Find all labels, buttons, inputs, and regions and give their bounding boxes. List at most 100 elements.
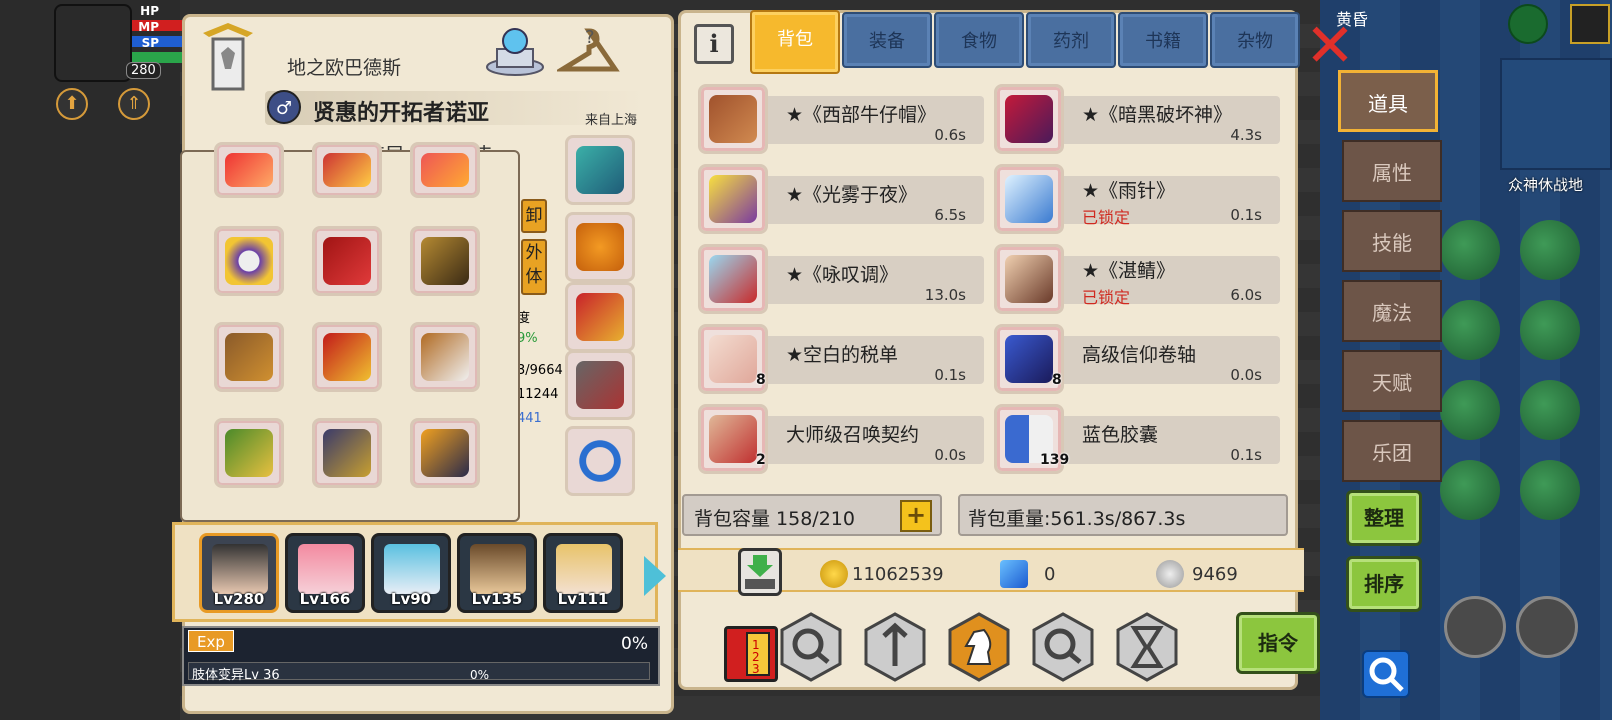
minimap[interactable] [1500, 58, 1612, 170]
knight-skill-icon[interactable] [944, 612, 1014, 682]
inventory-item[interactable]: ★《雨针》 已锁定 0.1s [994, 164, 1280, 234]
side-menu-talent[interactable]: 天赋 [1342, 350, 1442, 412]
search-skill-icon[interactable] [1028, 612, 1098, 682]
item-icon-slot [698, 164, 768, 234]
tab-equipment[interactable]: 装备 [842, 12, 932, 68]
equip-slot-belt[interactable] [565, 282, 635, 352]
guild-name: 地之欧巴德斯 [287, 57, 402, 79]
guild-emblem-icon [203, 23, 253, 91]
info-button[interactable]: i [694, 24, 734, 64]
item-name: ★《暗黑破坏神》 [1082, 104, 1233, 126]
equip-slot[interactable] [410, 322, 480, 392]
tree-sprite [1520, 380, 1580, 440]
scroll-icon [1005, 335, 1053, 383]
globe-icon[interactable] [1508, 4, 1548, 44]
hourglass-round-icon[interactable] [1516, 596, 1578, 658]
rank-icon[interactable]: ⇑ [118, 88, 150, 120]
armor-icon [1005, 255, 1053, 303]
weight-box: 背包重量:561.3s/867.3s [958, 494, 1288, 536]
armor-icon [323, 429, 371, 477]
hanger-icon[interactable]: ? [557, 21, 621, 81]
equip-slot[interactable] [312, 226, 382, 296]
inventory-item[interactable]: ★《暗黑破坏神》 4.3s [994, 84, 1280, 154]
sort-button[interactable]: 排序 [1346, 556, 1422, 612]
arrows-skill-icon[interactable] [860, 612, 930, 682]
male-gender-icon: ♂ [267, 90, 301, 124]
numbered-list-icon[interactable]: 123 [724, 626, 778, 682]
tree-sprite [1520, 460, 1580, 520]
equip-slot[interactable] [312, 418, 382, 488]
member-level: Lv90 [390, 590, 432, 608]
party-next-arrow-icon[interactable] [644, 556, 666, 596]
inventory-item[interactable]: ★《光雾于夜》 6.5s [698, 164, 984, 234]
equip-slot[interactable] [312, 142, 382, 198]
close-icon[interactable]: ✕ [1302, 16, 1358, 76]
tab-backpack[interactable]: 背包 [750, 10, 840, 74]
zoom-icon[interactable] [1444, 596, 1506, 658]
item-name: 蓝色胶囊 [1082, 424, 1159, 446]
party-member[interactable]: Lv90 [371, 533, 451, 613]
equipment-grid [180, 142, 520, 522]
item-count: 2 [756, 452, 766, 468]
inventory-item[interactable]: 2 大师级召唤契约 0.0s [698, 404, 984, 474]
equip-slot[interactable] [214, 226, 284, 296]
weapon-icon [323, 153, 371, 187]
inventory-item[interactable]: 8 ★空白的税单 0.1s [698, 324, 984, 394]
weapon-icon [225, 153, 273, 187]
helmet-icon [323, 237, 371, 285]
expand-capacity-button[interactable]: + [900, 500, 932, 532]
equip-slot[interactable] [410, 418, 480, 488]
magnify-skill-icon[interactable] [776, 612, 846, 682]
equip-slot[interactable] [410, 142, 480, 198]
tab-books[interactable]: 书籍 [1118, 12, 1208, 68]
inventory-item[interactable]: ★《湛鲭》 已锁定 6.0s [994, 244, 1280, 314]
storage-icon[interactable] [738, 548, 782, 596]
equip-slot-pumpkin[interactable] [565, 212, 635, 282]
party-member[interactable]: Lv280 [199, 533, 279, 613]
item-name: ★《光雾于夜》 [786, 184, 918, 206]
item-name: 大师级召唤契约 [786, 424, 920, 446]
tab-potion[interactable]: 药剂 [1026, 12, 1116, 68]
side-menu-band[interactable]: 乐团 [1342, 420, 1442, 482]
hourglass-icon[interactable] [1112, 612, 1182, 682]
inventory-item[interactable]: 8 高级信仰卷轴 0.0s [994, 324, 1280, 394]
appearance-tab[interactable]: 外体 [521, 239, 547, 295]
side-menu-magic[interactable]: 魔法 [1342, 280, 1442, 342]
equip-slot[interactable] [214, 142, 284, 198]
buff-icon[interactable]: ⬆ [56, 88, 88, 120]
equip-slot[interactable] [312, 322, 382, 392]
equip-slot[interactable] [410, 226, 480, 296]
item-weight: 0.0s [934, 446, 966, 464]
organize-button[interactable]: 整理 [1346, 490, 1422, 546]
tab-food[interactable]: 食物 [934, 12, 1024, 68]
inventory-item[interactable]: 139 蓝色胶囊 0.1s [994, 404, 1280, 474]
side-menu-skills[interactable]: 技能 [1342, 210, 1442, 272]
inventory-item[interactable]: ★《咏叹调》 13.0s [698, 244, 984, 314]
equip-slot-boots[interactable] [565, 350, 635, 420]
inventory-item[interactable]: ★《西部牛仔帽》 0.6s [698, 84, 984, 154]
party-member[interactable]: Lv111 [543, 533, 623, 613]
command-button[interactable]: 指令 [1236, 612, 1320, 674]
side-menu-attributes[interactable]: 属性 [1342, 140, 1442, 202]
equip-slot-ring[interactable] [565, 426, 635, 496]
weapon-icon [421, 153, 469, 187]
equip-slot-emblem[interactable] [565, 135, 635, 205]
unequip-tab[interactable]: 卸 [521, 199, 547, 233]
emblem-icon [576, 146, 624, 194]
side-menu-items[interactable]: 道具 [1338, 70, 1438, 132]
search-icon[interactable] [1362, 650, 1410, 698]
tree-sprite [1440, 460, 1500, 520]
equip-slot[interactable] [214, 322, 284, 392]
crystal-altar-icon[interactable] [483, 19, 547, 79]
tab-misc[interactable]: 杂物 [1210, 12, 1300, 68]
equip-slot[interactable] [214, 418, 284, 488]
player-avatar[interactable] [54, 4, 132, 82]
item-count: 8 [1052, 372, 1062, 388]
tree-sprite [1440, 380, 1500, 440]
gold-amount: 11062539 [852, 564, 944, 585]
party-member[interactable]: Lv135 [457, 533, 537, 613]
exp-sub-percent: 0% [470, 668, 490, 682]
item-weight: 6.0s [1230, 286, 1262, 304]
exit-icon[interactable] [1570, 4, 1610, 44]
party-member[interactable]: Lv166 [285, 533, 365, 613]
